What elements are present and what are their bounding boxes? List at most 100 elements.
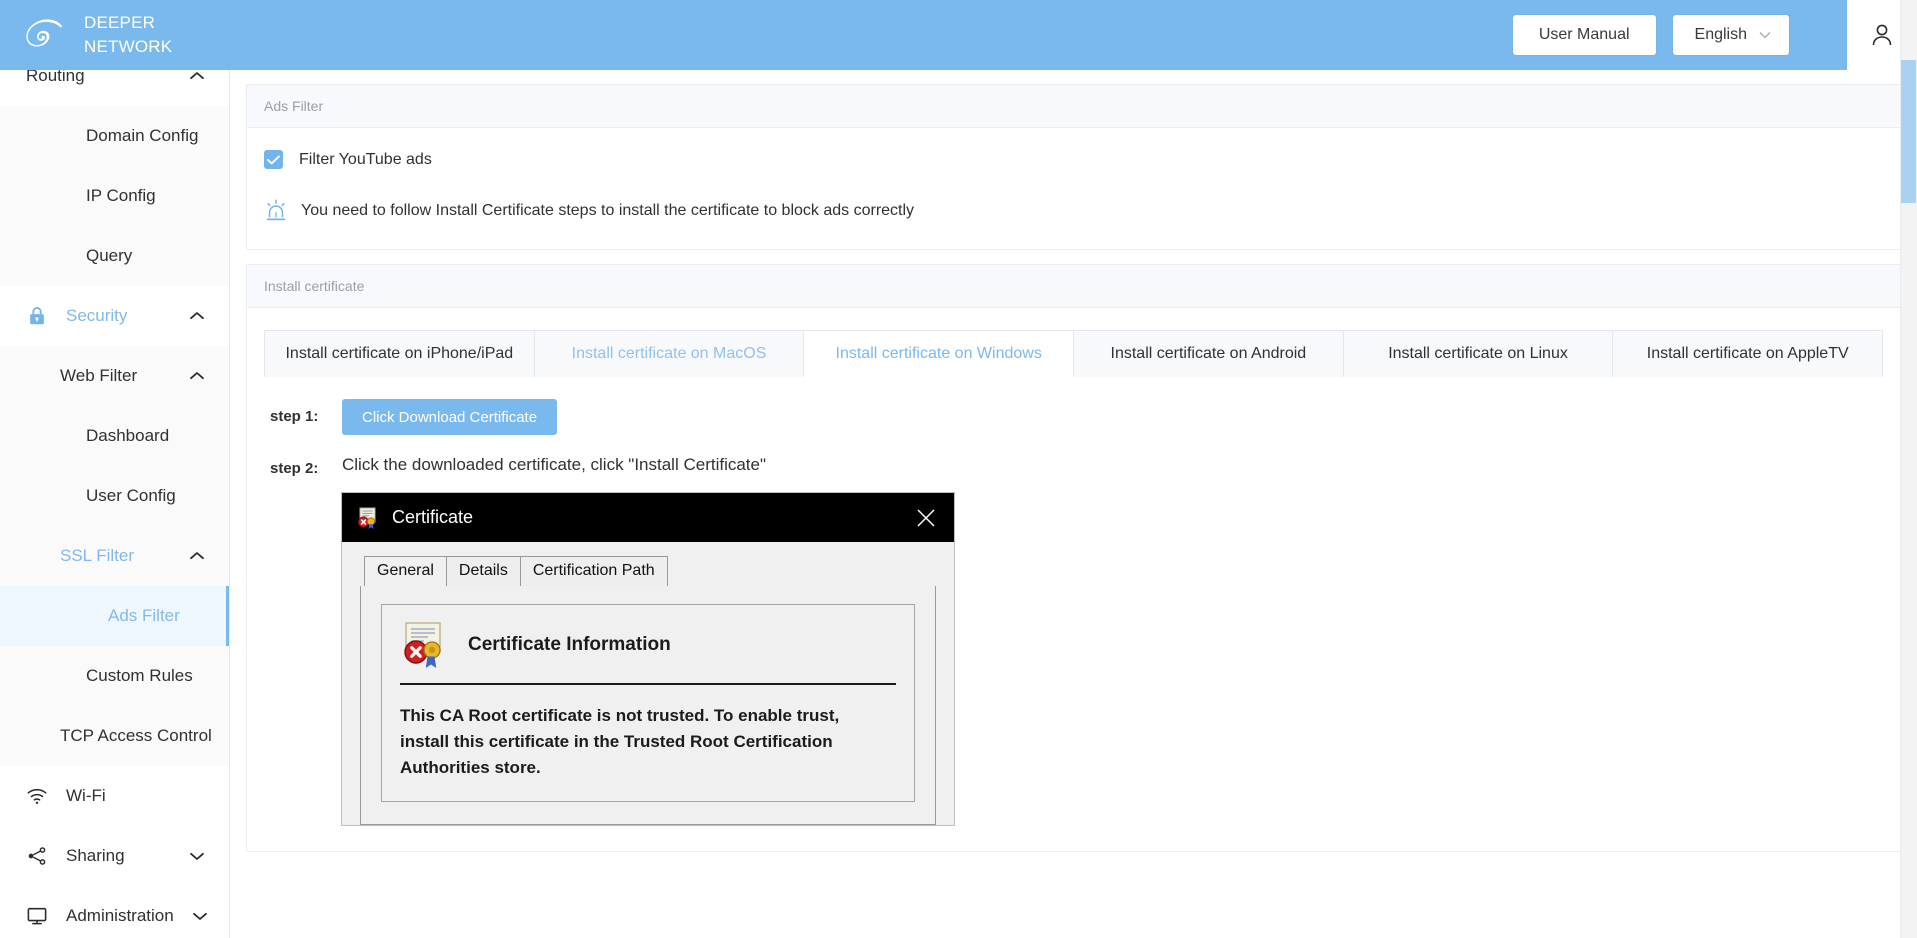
user-manual-button[interactable]: User Manual xyxy=(1512,15,1656,55)
sidebar-item-user-config[interactable]: User Config xyxy=(0,466,229,526)
tab-install-certificate-on-iphone-ipad[interactable]: Install certificate on iPhone/iPad xyxy=(265,331,535,377)
sidebar-item-dashboard[interactable]: Dashboard xyxy=(0,406,229,466)
page-scrollbar-track[interactable] xyxy=(1900,0,1917,938)
tab-install-certificate-on-windows[interactable]: Install certificate on Windows xyxy=(804,331,1075,377)
sidebar-item-wi-fi[interactable]: Wi-Fi xyxy=(0,766,229,826)
chevron-down-icon xyxy=(190,852,204,860)
step-2-row: step 2: Click the downloaded certificate… xyxy=(264,451,1883,477)
step-1-label: step 1: xyxy=(270,408,319,425)
sidebar-item-web-filter[interactable]: Web Filter xyxy=(0,346,229,406)
tab-install-certificate-on-appletv[interactable]: Install certificate on AppleTV xyxy=(1613,331,1883,377)
sidebar-item-label: User Config xyxy=(86,486,176,505)
main-content: Ads Filter Filter YouTube ads You need t… xyxy=(230,70,1917,938)
ads-filter-card: Ads Filter Filter YouTube ads You need t… xyxy=(246,84,1901,250)
sidebar-item-label: Web Filter xyxy=(60,366,138,385)
siren-alarm-icon xyxy=(266,199,286,221)
filter-youtube-ads-row[interactable]: Filter YouTube ads xyxy=(264,150,1883,169)
sidebar-item-query[interactable]: Query xyxy=(0,226,229,286)
sidebar-scroll[interactable]: Routing Domain Config IP Config Query Securi… xyxy=(0,70,229,938)
sidebar-item-label: Custom Rules xyxy=(86,666,193,685)
chevron-down-icon xyxy=(1759,32,1771,39)
sidebar: Routing Domain Config IP Config Query Securi… xyxy=(0,70,230,938)
certificate-dialog-titlebar: Certificate xyxy=(342,493,954,542)
sidebar-item-label: Routing xyxy=(26,70,85,85)
sidebar-item-sharing[interactable]: Sharing xyxy=(0,826,229,886)
certificate-general-pane: Certificate Information This CA Root cer… xyxy=(360,585,936,825)
certificate-info-box: Certificate Information This CA Root cer… xyxy=(381,604,915,802)
certificate-info-title: Certificate Information xyxy=(468,634,671,655)
sidebar-item-label: SSL Filter xyxy=(60,546,135,565)
header-actions: User Manual English xyxy=(230,0,1847,70)
filter-youtube-ads-checkbox[interactable] xyxy=(264,150,283,169)
certificate-notice: You need to follow Install Certificate s… xyxy=(264,199,1883,223)
chevron-up-icon xyxy=(190,372,204,380)
certificate-info-header: Certificate Information xyxy=(400,621,896,669)
spiral-logo-icon xyxy=(26,19,63,47)
step-2-text: Click the downloaded certificate, click … xyxy=(342,455,767,474)
app-root: DEEPER NETWORK User Manual English Routi… xyxy=(0,0,1917,938)
ads-filter-card-body: Filter YouTube ads You need to follow In… xyxy=(247,128,1900,249)
language-label: English xyxy=(1694,26,1747,43)
windows-tab-panel: step 1: Click Download Certificate step … xyxy=(264,377,1883,825)
sidebar-item-administration[interactable]: Administration xyxy=(0,886,229,938)
sidebar-item-custom-rules[interactable]: Custom Rules xyxy=(0,646,229,706)
install-certificate-card: Install certificate Install certificate … xyxy=(246,264,1901,852)
filter-youtube-ads-label: Filter YouTube ads xyxy=(299,150,432,168)
download-certificate-button[interactable]: Click Download Certificate xyxy=(342,399,558,435)
chevron-up-icon xyxy=(190,312,204,320)
share-nodes-icon xyxy=(28,847,46,865)
certificate-seal-error-icon xyxy=(404,622,441,668)
page-scrollbar-thumb[interactable] xyxy=(1901,60,1916,203)
sidebar-item-label: Wi-Fi xyxy=(66,786,106,805)
monitor-icon xyxy=(27,907,47,925)
tab-install-certificate-on-android[interactable]: Install certificate on Android xyxy=(1074,331,1344,377)
sidebar-item-tcp-access-control[interactable]: TCP Access Control xyxy=(0,706,229,766)
app-header: DEEPER NETWORK User Manual English xyxy=(0,0,1917,70)
app-body: Routing Domain Config IP Config Query Securi… xyxy=(0,70,1917,938)
certificate-info-divider xyxy=(400,683,896,685)
sidebar-item-label: IP Config xyxy=(86,186,156,205)
certificate-dialog-tabs: General Details Certification Path xyxy=(342,542,954,587)
sidebar-item-ip-config[interactable]: IP Config xyxy=(0,166,229,226)
step-2-label: step 2: xyxy=(270,460,319,477)
sidebar-item-label: Dashboard xyxy=(86,426,170,445)
step-1-row: step 1: Click Download Certificate xyxy=(264,399,1883,435)
close-icon xyxy=(917,508,935,527)
chevron-down-icon xyxy=(192,912,207,920)
certificate-dialog-image: Certificate General Details Certification … xyxy=(264,493,1883,825)
brand-title: DEEPER NETWORK xyxy=(84,11,172,59)
lock-icon xyxy=(30,307,44,325)
tab-install-certificate-on-linux[interactable]: Install certificate on Linux xyxy=(1343,331,1614,377)
sidebar-item-security[interactable]: Security xyxy=(0,286,229,346)
sidebar-item-routing[interactable]: Routing xyxy=(0,70,229,106)
platform-tab-bar: Install certificate on iPhone/iPad Instal… xyxy=(264,330,1883,377)
sidebar-item-label: Ads Filter xyxy=(108,606,180,625)
sidebar-item-ads-filter[interactable]: Ads Filter xyxy=(0,586,229,646)
certificate-tab-general[interactable]: General xyxy=(364,556,447,587)
sidebar-item-label: TCP Access Control xyxy=(60,726,212,745)
user-avatar-icon xyxy=(1872,24,1892,46)
sidebar-item-ssl-filter[interactable]: SSL Filter xyxy=(0,526,229,586)
sidebar-item-domain-config[interactable]: Domain Config xyxy=(0,106,229,166)
install-certificate-card-body: Install certificate on iPhone/iPad Instal… xyxy=(247,308,1900,851)
ads-filter-card-title: Ads Filter xyxy=(247,85,1900,128)
wifi-icon xyxy=(27,788,47,804)
sidebar-item-label: Sharing xyxy=(66,846,125,865)
brand-line-1: DEEPER xyxy=(84,13,156,32)
certificate-tab-certification-path[interactable]: Certification Path xyxy=(519,556,668,586)
sidebar-item-label: Domain Config xyxy=(86,126,199,145)
sidebar-item-label: Query xyxy=(86,246,133,265)
certificate-dialog-close-button[interactable] xyxy=(898,493,954,542)
brand-line-2: NETWORK xyxy=(84,37,173,56)
sidebar-item-label: Administration xyxy=(66,906,174,925)
brand-block: DEEPER NETWORK xyxy=(0,0,230,70)
certificate-error-icon xyxy=(358,507,376,529)
language-select[interactable]: English xyxy=(1672,15,1789,55)
certificate-tab-details[interactable]: Details xyxy=(445,556,521,586)
tab-install-certificate-on-macos[interactable]: Install certificate on MacOS xyxy=(534,331,805,377)
chevron-up-icon xyxy=(190,72,204,80)
certificate-dialog-title: Certificate xyxy=(392,507,474,527)
chevron-up-icon xyxy=(190,552,204,560)
sidebar-item-label: Security xyxy=(66,306,128,325)
certificate-info-message: This CA Root certificate is not trusted.… xyxy=(400,706,840,777)
